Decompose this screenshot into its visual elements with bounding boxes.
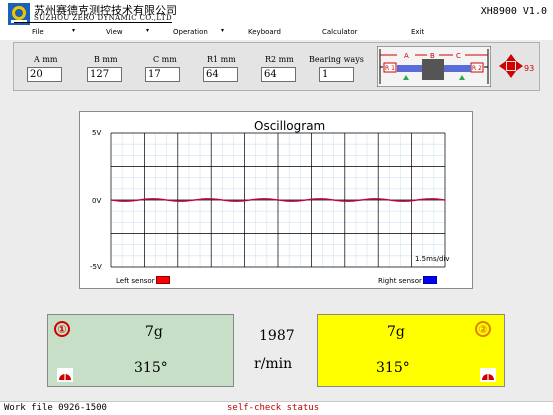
menu-bar: File ▾ View ▾ Operation ▾ Keyboard Calcu… <box>0 26 553 40</box>
rotor-label-a: A <box>404 52 409 60</box>
param-b-label: B mm <box>94 55 118 64</box>
param-a-input[interactable]: 20 <box>27 67 62 82</box>
left-angle-value: 315° <box>134 360 168 376</box>
rotor-label-b: B <box>430 52 435 60</box>
right-correction-panel: ② 7g 315° <box>317 314 505 387</box>
legend-right-label: Right sensor <box>378 277 422 285</box>
menu-operation-dropdown-icon[interactable]: ▾ <box>221 27 224 34</box>
work-file-label: Work file 0926-1500 <box>4 403 107 413</box>
param-bearing-label: Bearing ways <box>309 55 364 64</box>
plane-1-badge: ① <box>54 321 70 337</box>
y-axis-mid-label: 0V <box>92 197 102 205</box>
direction-arrows-icon[interactable] <box>498 53 524 79</box>
parameter-panel: A mm 20 B mm 127 C mm 17 R1 mm 64 R2 mm … <box>13 42 540 91</box>
param-c-label: C mm <box>153 55 177 64</box>
param-r1-input[interactable]: 64 <box>203 67 238 82</box>
param-bearing-input[interactable]: 1 <box>319 67 354 82</box>
right-mass-value: 7g <box>387 324 405 340</box>
app-version: XH8900 V1.0 <box>480 6 547 17</box>
angle-indicator-icon <box>480 368 496 382</box>
oscillogram-plot <box>110 132 446 268</box>
param-c-input[interactable]: 17 <box>145 67 180 82</box>
time-scale-label: 1.5ms/div <box>415 255 450 263</box>
oscillogram-panel: Oscillogram 5V 0V -5V 1.5ms/div Left sen… <box>79 111 473 289</box>
left-sensor-swatch <box>155 276 170 284</box>
y-axis-top-label: 5V <box>92 129 102 137</box>
legend-left-label: Left sensor <box>116 277 155 285</box>
y-axis-bottom-label: -5V <box>90 263 102 271</box>
company-name-en: SUZHOU ZERO DYNAMIC CO.,LTD <box>14 14 172 23</box>
menu-calculator[interactable]: Calculator <box>322 28 358 36</box>
menu-operation[interactable]: Operation <box>173 28 208 36</box>
title-bar: 苏州赛德克测控技术有限公司 SUZHOU ZERO DYNAMIC CO.,LT… <box>0 0 553 26</box>
rotation-speed-unit: r/min <box>254 356 293 372</box>
menu-file[interactable]: File <box>32 28 44 36</box>
angle-indicator-icon <box>57 368 73 382</box>
status-message: self-check status <box>227 403 320 413</box>
rotor-label-r1: R 1 <box>385 65 395 72</box>
rotor-support-diagram: A B C R 1 R 2 <box>377 46 491 87</box>
param-r2-label: R2 mm <box>265 55 294 64</box>
right-sensor-swatch <box>422 276 437 284</box>
menu-exit[interactable]: Exit <box>411 28 424 36</box>
legend-right-sensor: Right sensor <box>378 276 437 285</box>
menu-file-dropdown-icon[interactable]: ▾ <box>72 27 75 34</box>
menu-view[interactable]: View <box>106 28 123 36</box>
param-r1-label: R1 mm <box>207 55 236 64</box>
rotation-speed-value: 1987 <box>259 328 295 344</box>
right-angle-value: 315° <box>376 360 410 376</box>
rotor-label-c: C <box>456 52 461 60</box>
menu-keyboard[interactable]: Keyboard <box>248 28 281 36</box>
nav-number: 93 <box>524 64 535 73</box>
param-r2-input[interactable]: 64 <box>261 67 296 82</box>
left-mass-value: 7g <box>145 324 163 340</box>
param-a-label: A mm <box>34 55 58 64</box>
left-correction-panel: ① 7g 315° <box>47 314 234 387</box>
rotor-label-r2: R 2 <box>472 65 482 72</box>
param-b-input[interactable]: 127 <box>87 67 122 82</box>
status-bar: Work file 0926-1500 self-check status <box>0 401 553 415</box>
plane-2-badge: ② <box>475 321 491 337</box>
menu-view-dropdown-icon[interactable]: ▾ <box>146 27 149 34</box>
legend-left-sensor: Left sensor <box>116 276 170 285</box>
oscillogram-title: Oscillogram <box>254 119 326 133</box>
